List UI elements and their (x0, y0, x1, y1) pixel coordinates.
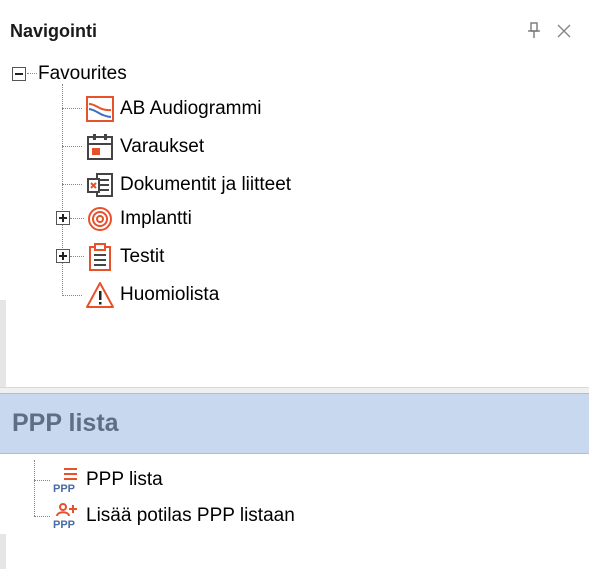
tree-item-label: Dokumentit ja liitteet (120, 174, 292, 195)
svg-text:PPP: PPP (53, 483, 75, 494)
tree-item-varaukset[interactable]: Varaukset (84, 130, 204, 164)
tree-item-huomiolista[interactable]: Huomiolista (84, 278, 219, 312)
tree-item-dokumentit-ja-liitteet[interactable]: Dokumentit ja liitteet (84, 168, 291, 202)
navigation-tree: Favourites AB Audiogrammi Varaukset Doku… (0, 62, 589, 387)
tree-item-testit[interactable]: Testit (84, 240, 164, 274)
tree-connector (34, 460, 35, 516)
ppp-list-panel: PPP PPP lista PPP Lisää potilas PPP list… (0, 454, 589, 569)
pin-icon[interactable] (527, 22, 541, 40)
ppp-item-label: Lisää potilas PPP listaan (86, 505, 295, 526)
calendar-icon (84, 132, 116, 162)
ppp-item-add-patient[interactable]: PPP Lisää potilas PPP listaan (50, 500, 295, 532)
testit-expand-toggle[interactable] (56, 249, 70, 263)
tree-connector (70, 218, 84, 219)
tree-connector (62, 184, 82, 185)
warning-icon (84, 280, 116, 310)
tree-item-label: Varaukset (120, 136, 205, 157)
tree-item-ab-audiogrammi[interactable]: AB Audiogrammi (84, 92, 262, 126)
tree-item-label: AB Audiogrammi (120, 98, 262, 119)
tree-item-label: Huomiolista (120, 284, 220, 305)
tree-item-label: Implantti (120, 208, 192, 229)
tree-connector (34, 480, 50, 481)
tree-connector (62, 108, 82, 109)
tree-connector (62, 146, 82, 147)
tree-connector (70, 256, 84, 257)
navigation-title: Navigointi (10, 21, 98, 41)
favourites-collapse-toggle[interactable] (12, 67, 26, 81)
implant-spiral-icon (84, 204, 116, 234)
tree-root-label: Favourites (38, 63, 127, 84)
tree-connector (34, 516, 50, 517)
document-icon (84, 170, 116, 200)
panel-edge (0, 534, 6, 569)
ppp-section-header[interactable]: PPP lista (0, 393, 589, 454)
audiogram-icon (84, 94, 116, 124)
ppp-section-title: PPP lista (12, 409, 119, 437)
tree-connector (27, 73, 37, 74)
tree-connector (62, 84, 63, 296)
implantti-expand-toggle[interactable] (56, 211, 70, 225)
close-icon[interactable] (555, 22, 573, 40)
svg-text:PPP: PPP (53, 519, 75, 530)
ppp-add-patient-icon: PPP (50, 501, 82, 531)
tree-item-implantti[interactable]: Implantti (84, 202, 192, 236)
tree-item-label: Testit (120, 246, 165, 267)
ppp-item-label: PPP lista (86, 469, 163, 490)
navigation-header: Navigointi (0, 0, 589, 62)
clipboard-icon (84, 242, 116, 272)
ppp-item-ppp-lista[interactable]: PPP PPP lista (50, 464, 163, 496)
ppp-list-icon: PPP (50, 465, 82, 495)
panel-edge (0, 300, 6, 387)
tree-root-favourites[interactable]: Favourites (38, 57, 127, 91)
tree-connector (62, 295, 82, 296)
